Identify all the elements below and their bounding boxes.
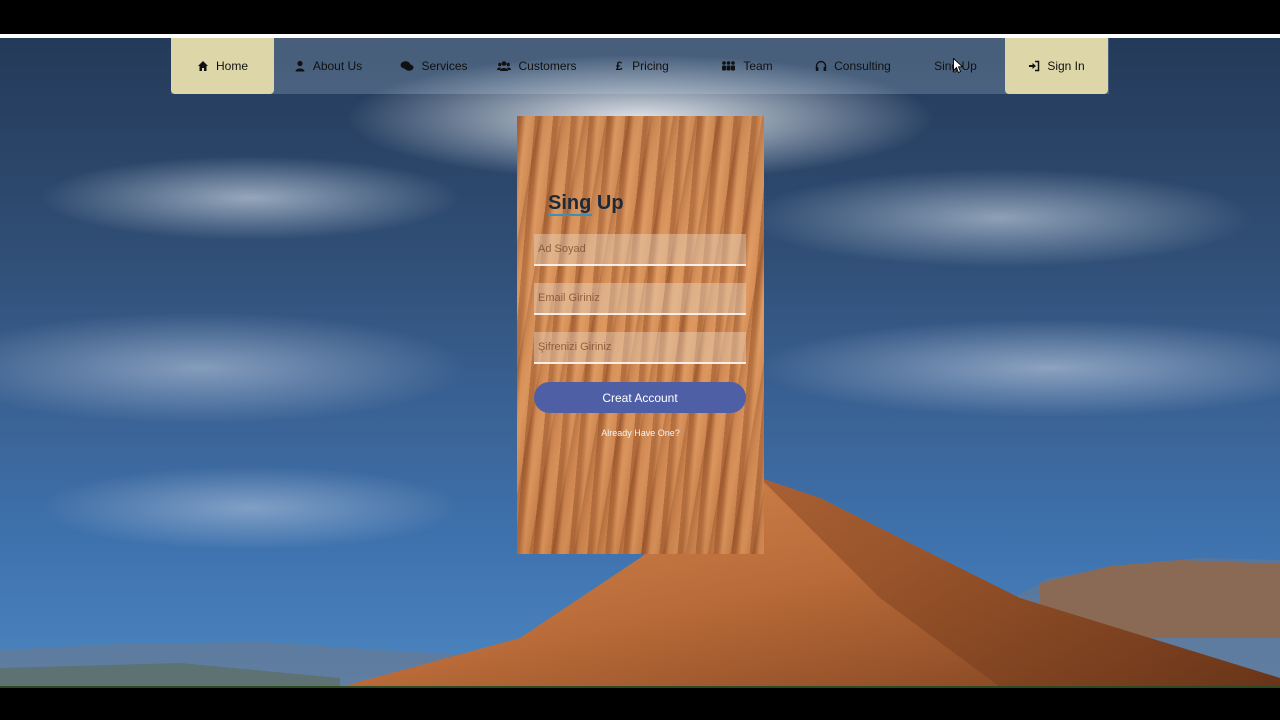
nav-label-consulting: Consulting	[834, 59, 891, 73]
mouse-cursor-icon	[953, 58, 963, 74]
nav-item-home[interactable]: Home	[171, 38, 274, 94]
screen: Home About Us Services Customers £ Prici…	[0, 0, 1280, 720]
password-input[interactable]	[534, 332, 746, 364]
nav-label-services: Services	[421, 59, 468, 73]
pound-icon: £	[615, 59, 623, 73]
nav-label-team: Team	[743, 59, 773, 73]
signup-card: Sing Up Creat Account Already Have One?	[517, 116, 764, 554]
name-input[interactable]	[534, 234, 746, 266]
nav-item-services[interactable]: Services	[382, 38, 486, 94]
bottom-strip	[0, 686, 1280, 688]
top-navbar: Home About Us Services Customers £ Prici…	[171, 38, 1109, 94]
nav-item-team[interactable]: Team	[694, 38, 800, 94]
sign-in-icon	[1028, 60, 1040, 72]
nav-label-home: Home	[215, 59, 248, 73]
nav-label-customers: Customers	[518, 59, 577, 73]
headphones-icon	[815, 60, 827, 72]
nav-item-customers[interactable]: Customers	[486, 38, 588, 94]
title-underline	[548, 214, 592, 216]
nav-label-signin: Sign In	[1047, 59, 1085, 73]
create-account-button[interactable]: Creat Account	[534, 382, 746, 413]
home-icon	[197, 60, 209, 72]
nav-item-pricing[interactable]: £ Pricing	[588, 38, 694, 94]
nav-item-about[interactable]: About Us	[274, 38, 382, 94]
nav-label-about: About Us	[312, 59, 363, 73]
signup-title: Sing Up	[548, 192, 624, 214]
users-icon	[497, 60, 512, 72]
email-input[interactable]	[534, 283, 746, 315]
team-icon	[721, 60, 736, 72]
nav-label-pricing: Pricing	[632, 59, 669, 73]
already-have-account-link[interactable]: Already Have One?	[517, 428, 764, 438]
user-icon	[294, 60, 306, 72]
nav-item-consulting[interactable]: Consulting	[800, 38, 906, 94]
nav-item-signin[interactable]: Sign In	[1005, 38, 1108, 94]
comments-icon	[400, 60, 414, 72]
